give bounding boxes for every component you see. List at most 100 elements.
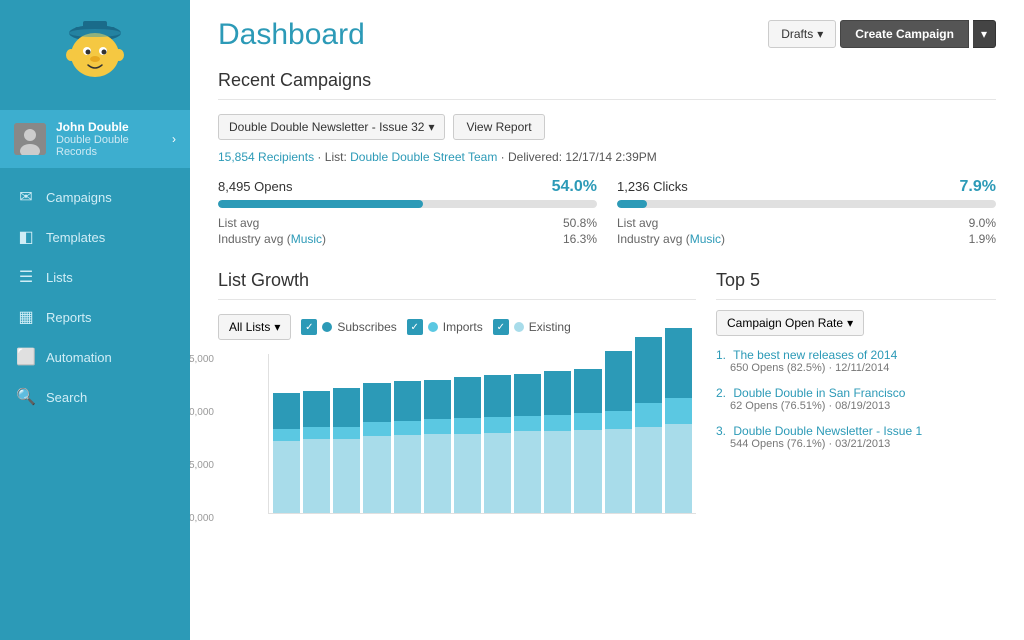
opens-progress-bg	[218, 200, 597, 208]
bar-subscribes	[605, 351, 632, 411]
create-campaign-arrow-button[interactable]: ▾	[973, 20, 996, 48]
chart-bar-group	[333, 388, 360, 513]
chart-bar-group	[303, 391, 330, 513]
chevron-right-icon: ›	[172, 132, 176, 146]
logo-area	[0, 0, 190, 110]
sidebar-item-campaigns[interactable]: ✉ Campaigns	[0, 177, 190, 217]
sidebar-item-templates[interactable]: ◧ Templates	[0, 217, 190, 257]
bar-subscribes	[273, 393, 300, 429]
chevron-down-icon: ▾	[817, 27, 823, 41]
campaign-controls: Double Double Newsletter - Issue 32 ▾ Vi…	[218, 114, 996, 140]
top5-item-link[interactable]: Double Double Newsletter - Issue 1	[733, 424, 922, 438]
bar-imports	[665, 398, 692, 424]
top5-item-link[interactable]: Double Double in San Francisco	[733, 386, 905, 400]
automation-icon: ⬜	[16, 347, 36, 367]
bar-existing	[394, 435, 421, 513]
campaign-select-button[interactable]: Double Double Newsletter - Issue 32 ▾	[218, 114, 445, 140]
bar-subscribes	[424, 380, 451, 420]
opens-label: 8,495 Opens	[218, 179, 292, 194]
drafts-button[interactable]: Drafts ▾	[768, 20, 836, 48]
chart-bar-group	[514, 374, 541, 513]
bar-existing	[333, 439, 360, 513]
subscribes-checkbox-icon: ✓	[301, 319, 317, 335]
bar-imports	[424, 419, 451, 433]
bar-subscribes	[665, 328, 692, 398]
top5-list-item: 3. Double Double Newsletter - Issue 1 54…	[716, 424, 996, 450]
open-rate-filter-button[interactable]: Campaign Open Rate ▾	[716, 310, 864, 336]
bar-subscribes	[514, 374, 541, 416]
bar-subscribes	[574, 369, 601, 413]
user-profile[interactable]: John Double Double Double Records ›	[0, 110, 190, 169]
top5-item-meta: 544 Opens (76.1%) · 03/21/2013	[730, 438, 996, 450]
bar-imports	[574, 413, 601, 430]
bar-existing	[484, 433, 511, 513]
clicks-industry-link[interactable]: Music	[690, 232, 721, 246]
chevron-down-icon: ▾	[981, 27, 987, 41]
bar-existing	[424, 434, 451, 513]
bar-subscribes	[635, 337, 662, 403]
sidebar-item-lists[interactable]: ☰ Lists	[0, 257, 190, 297]
create-campaign-button[interactable]: Create Campaign	[840, 20, 969, 48]
top5-list-item: 2. Double Double in San Francisco 62 Ope…	[716, 386, 996, 412]
opens-stat: 8,495 Opens 54.0% List avg 50.8% Industr…	[218, 178, 597, 248]
opens-industry-avg: Industry avg (Music) 16.3%	[218, 232, 597, 246]
bar-imports	[544, 415, 571, 432]
sidebar-item-automation[interactable]: ⬜ Automation	[0, 337, 190, 377]
reports-icon: ▦	[16, 307, 36, 327]
page-title: Dashboard	[218, 20, 365, 50]
campaign-meta: 15,854 Recipients · List: Double Double …	[218, 150, 996, 164]
top5-title: Top 5	[716, 270, 996, 300]
bar-imports	[394, 421, 421, 435]
bar-subscribes	[363, 383, 390, 421]
user-name: John Double	[56, 120, 168, 134]
existing-checkbox-icon: ✓	[493, 319, 509, 335]
stats-grid: 8,495 Opens 54.0% List avg 50.8% Industr…	[218, 178, 996, 248]
lists-icon: ☰	[16, 267, 36, 287]
subscribes-dot	[322, 322, 332, 332]
opens-industry-link[interactable]: Music	[291, 232, 322, 246]
bar-subscribes	[544, 371, 571, 414]
user-org: Double Double Records	[56, 134, 168, 158]
chart-y-labels: 25,000 20,000 15,000 10,000	[190, 354, 214, 524]
list-growth-title: List Growth	[218, 270, 696, 300]
subscribes-label: Subscribes	[337, 320, 396, 334]
existing-label: Existing	[529, 320, 571, 334]
y-label-15k: 15,000	[190, 460, 214, 471]
chart-bar-group	[484, 375, 511, 513]
recipients-link[interactable]: 15,854 Recipients	[218, 150, 314, 164]
chart-bar-group	[394, 381, 421, 513]
view-report-button[interactable]: View Report	[453, 114, 544, 140]
clicks-pct: 7.9%	[960, 178, 996, 196]
top5-item-meta: 650 Opens (82.5%) · 12/11/2014	[730, 362, 996, 374]
search-label: Search	[46, 390, 87, 405]
automation-label: Automation	[46, 350, 112, 365]
opens-progress-fill	[218, 200, 423, 208]
sidebar-item-reports[interactable]: ▦ Reports	[0, 297, 190, 337]
delivered-date: 12/17/14 2:39PM	[565, 150, 656, 164]
clicks-industry-avg: Industry avg (Music) 1.9%	[617, 232, 996, 246]
sidebar: John Double Double Double Records › ✉ Ca…	[0, 0, 190, 640]
bar-imports	[273, 429, 300, 441]
sidebar-item-search[interactable]: 🔍 Search	[0, 377, 190, 417]
bar-imports	[605, 411, 632, 429]
list-name-link[interactable]: Double Double Street Team	[350, 150, 497, 164]
top5-item-link[interactable]: The best new releases of 2014	[733, 348, 897, 362]
top5-item-num: 1.	[716, 348, 726, 362]
clicks-stat: 1,236 Clicks 7.9% List avg 9.0% Industry…	[617, 178, 996, 248]
templates-icon: ◧	[16, 227, 36, 247]
imports-checkbox-icon: ✓	[407, 319, 423, 335]
bar-existing	[363, 436, 390, 513]
bar-imports	[484, 417, 511, 433]
bar-imports	[514, 416, 541, 432]
all-lists-button[interactable]: All Lists ▾	[218, 314, 291, 340]
chart-bar-group	[635, 337, 662, 513]
mailchimp-logo-icon	[55, 15, 135, 95]
reports-label: Reports	[46, 310, 92, 325]
templates-label: Templates	[46, 230, 105, 245]
bar-imports	[363, 422, 390, 436]
campaign-name-label: Double Double Newsletter - Issue 32	[229, 120, 424, 134]
bottom-section: List Growth All Lists ▾ ✓ Subscribes ✓ I…	[218, 270, 996, 524]
growth-controls: All Lists ▾ ✓ Subscribes ✓ Imports ✓ Exi…	[218, 314, 696, 340]
imports-label: Imports	[443, 320, 483, 334]
bar-imports	[333, 427, 360, 439]
